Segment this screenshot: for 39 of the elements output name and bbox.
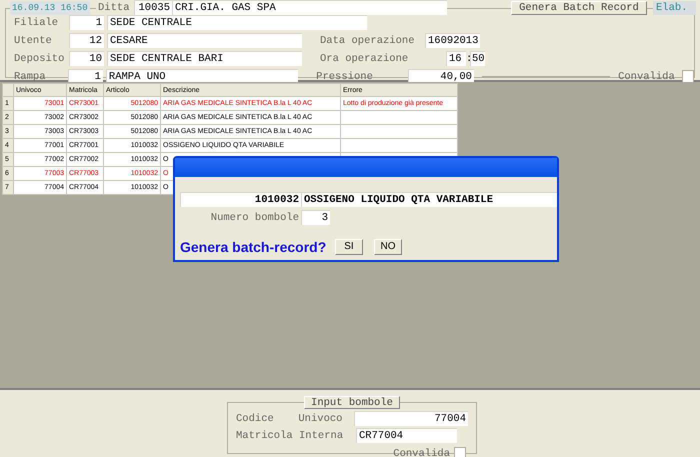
field-label: Matricola Interna xyxy=(236,430,344,442)
field-label: Ditta xyxy=(96,2,134,14)
serial-field[interactable]: CR77004 xyxy=(356,428,457,443)
code-field[interactable]: 10 xyxy=(69,51,104,66)
checkbox-label: Convalida xyxy=(393,448,450,457)
checkbox[interactable] xyxy=(682,70,694,84)
dialog-button[interactable]: SI xyxy=(335,239,363,255)
field-label: Univoco xyxy=(298,412,344,424)
company-name-field[interactable]: CRI.GIA. GAS SPA xyxy=(172,0,447,15)
code-field[interactable]: 77004 xyxy=(354,411,468,426)
generate-button[interactable]: Genera Batch Record xyxy=(511,0,647,14)
question-text: Genera batch-record? xyxy=(180,239,328,255)
checkbox[interactable] xyxy=(454,447,466,457)
description-field[interactable]: OSSIGENO LIQUIDO QTA VARIABILE xyxy=(301,192,557,207)
code-field[interactable]: 12 xyxy=(69,33,104,48)
hours-field[interactable]: 16 xyxy=(446,51,466,66)
field-label: Filiale xyxy=(13,16,60,28)
field-label: Numero bombole xyxy=(210,212,300,224)
field-label: Utente xyxy=(13,34,53,46)
field-label: Ora operazione xyxy=(320,52,410,64)
time-separator: : xyxy=(466,52,470,64)
company-code-field[interactable]: 10035 xyxy=(134,0,172,15)
dialog-button[interactable]: NO xyxy=(374,239,402,255)
panel-title-button[interactable]: Input bombole xyxy=(304,396,400,409)
field-label: Data operazione xyxy=(320,34,416,46)
name-field[interactable]: SEDE CENTRALE BARI xyxy=(107,51,302,66)
field-label: Pressione xyxy=(316,70,374,82)
code-field[interactable]: 1 xyxy=(69,15,104,30)
date-field[interactable]: 16092013 xyxy=(425,33,480,48)
name-field[interactable]: CESARE xyxy=(107,33,302,48)
name-field[interactable]: SEDE CENTRALE xyxy=(107,15,367,30)
code-field[interactable]: 1010032 xyxy=(180,192,301,207)
timestamp: 16.09.13 16:50 xyxy=(10,0,90,14)
checkbox-label: Convalida xyxy=(618,70,676,82)
status-label: Elab. xyxy=(653,0,696,14)
count-field[interactable]: 3 xyxy=(301,210,330,225)
field-label: Rampa xyxy=(13,70,47,82)
field-label: Codice xyxy=(236,412,275,424)
minutes-field[interactable]: 50 xyxy=(470,51,485,66)
